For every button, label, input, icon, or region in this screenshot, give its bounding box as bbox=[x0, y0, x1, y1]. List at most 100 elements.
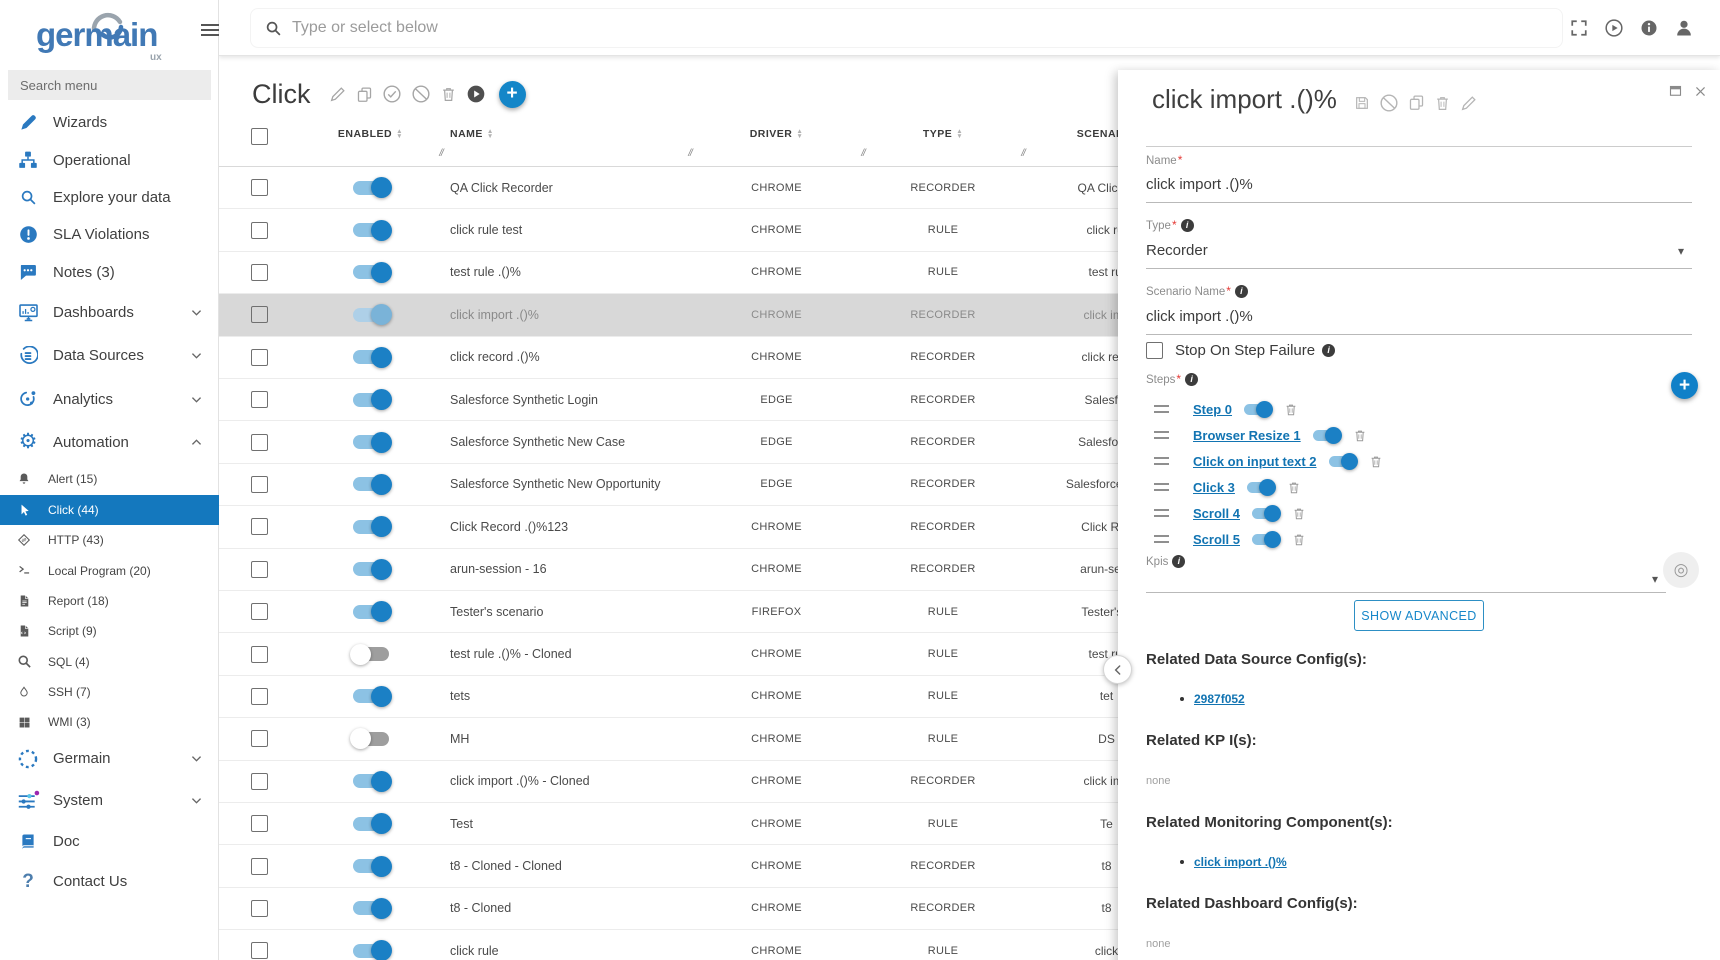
sidebar-item-local-program[interactable]: Local Program (20) bbox=[0, 555, 219, 585]
enabled-toggle[interactable] bbox=[353, 265, 389, 279]
trash-icon[interactable] bbox=[1292, 532, 1306, 547]
trash-icon[interactable] bbox=[1292, 506, 1306, 521]
sidebar-search-input[interactable] bbox=[8, 70, 211, 100]
column-header-name[interactable]: NAME▲▼ bbox=[441, 114, 690, 140]
table-row[interactable]: tetsCHROMERULEtet bbox=[219, 676, 1190, 718]
enabled-toggle[interactable] bbox=[353, 817, 389, 831]
scenario-name-field-value[interactable]: click import .()% bbox=[1146, 308, 1253, 325]
trash-icon[interactable] bbox=[1434, 94, 1451, 112]
row-checkbox[interactable] bbox=[251, 900, 268, 917]
sidebar-item-analytics[interactable]: Analytics bbox=[0, 378, 219, 421]
panel-collapse-button[interactable] bbox=[1103, 655, 1132, 684]
table-row[interactable]: Salesforce Synthetic New OpportunityEDGE… bbox=[219, 464, 1190, 506]
enabled-toggle[interactable] bbox=[353, 901, 389, 915]
enabled-toggle[interactable] bbox=[353, 689, 389, 703]
stop-on-step-failure-checkbox[interactable] bbox=[1146, 342, 1163, 359]
enabled-toggle[interactable] bbox=[353, 605, 389, 619]
table-row[interactable]: click record .()%CHROMERECORDERclick rec… bbox=[219, 337, 1190, 379]
edit-icon[interactable] bbox=[329, 85, 347, 103]
sidebar-item-contact-us[interactable]: ?Contact Us bbox=[0, 862, 219, 902]
step-link[interactable]: Click on input text 2 bbox=[1193, 454, 1317, 469]
row-checkbox[interactable] bbox=[251, 730, 268, 747]
table-row[interactable]: t8 - ClonedCHROMERECORDERt8 bbox=[219, 888, 1190, 930]
row-checkbox[interactable] bbox=[251, 518, 268, 535]
table-row[interactable]: click import .()% - ClonedCHROMERECORDER… bbox=[219, 761, 1190, 803]
show-advanced-button[interactable]: SHOW ADVANCED bbox=[1354, 600, 1484, 631]
edit-icon[interactable] bbox=[1460, 94, 1478, 112]
enabled-toggle[interactable] bbox=[353, 859, 389, 873]
row-checkbox[interactable] bbox=[251, 688, 268, 705]
row-checkbox[interactable] bbox=[251, 476, 268, 493]
column-resize-handle[interactable]: // bbox=[1021, 148, 1025, 159]
enabled-toggle[interactable] bbox=[353, 944, 389, 958]
drag-handle-icon[interactable] bbox=[1154, 405, 1169, 413]
table-row[interactable]: test rule .()% - ClonedCHROMERULEtest ru… bbox=[219, 633, 1190, 675]
kpi-visibility-icon[interactable]: ◎ bbox=[1663, 552, 1699, 588]
add-button[interactable]: + bbox=[499, 81, 526, 108]
row-checkbox[interactable] bbox=[251, 264, 268, 281]
step-link[interactable]: Scroll 4 bbox=[1193, 506, 1240, 521]
drag-handle-icon[interactable] bbox=[1154, 457, 1169, 465]
trash-icon[interactable] bbox=[1284, 402, 1298, 417]
enabled-toggle[interactable] bbox=[353, 520, 389, 534]
save-icon[interactable] bbox=[1354, 95, 1370, 111]
table-row[interactable]: Salesforce Synthetic LoginEDGERECORDERSa… bbox=[219, 379, 1190, 421]
enabled-toggle[interactable] bbox=[353, 181, 389, 195]
sidebar-item-sla-violations[interactable]: SLA Violations bbox=[0, 216, 219, 253]
column-resize-handle[interactable]: // bbox=[861, 148, 865, 159]
enabled-toggle[interactable] bbox=[353, 350, 389, 364]
table-row[interactable]: t8 - Cloned - ClonedCHROMERECORDERt8 bbox=[219, 845, 1190, 887]
drag-handle-icon[interactable] bbox=[1154, 483, 1169, 491]
column-resize-handle[interactable]: // bbox=[439, 148, 443, 159]
related-link[interactable]: click import .()% bbox=[1194, 855, 1287, 869]
step-toggle[interactable] bbox=[1329, 456, 1356, 467]
column-header-enabled[interactable]: ENABLED▲▼ bbox=[300, 114, 441, 140]
enabled-toggle[interactable] bbox=[353, 308, 389, 322]
step-link[interactable]: Browser Resize 1 bbox=[1193, 428, 1301, 443]
enabled-toggle[interactable] bbox=[353, 223, 389, 237]
sidebar-item-click[interactable]: Click (44) bbox=[0, 495, 219, 525]
table-row[interactable]: Tester's scenarioFIREFOXRULETester's s bbox=[219, 591, 1190, 633]
table-row[interactable]: arun-session - 16CHROMERECORDERarun-sess bbox=[219, 549, 1190, 591]
logo[interactable]: germain ux bbox=[0, 6, 219, 64]
close-icon[interactable] bbox=[1693, 84, 1708, 99]
row-checkbox[interactable] bbox=[251, 306, 268, 323]
sidebar-item-explore-your-data[interactable]: Explore your data bbox=[0, 179, 219, 216]
global-search-input[interactable] bbox=[292, 19, 1548, 37]
block-icon[interactable] bbox=[411, 84, 431, 104]
table-row[interactable]: TestCHROMERULETe bbox=[219, 803, 1190, 845]
sidebar-item-notes[interactable]: Notes (3) bbox=[0, 254, 219, 291]
sidebar-item-doc[interactable]: Doc bbox=[0, 822, 219, 862]
user-icon[interactable] bbox=[1674, 18, 1694, 38]
step-link[interactable]: Step 0 bbox=[1193, 402, 1232, 417]
drag-handle-icon[interactable] bbox=[1154, 431, 1169, 439]
row-checkbox[interactable] bbox=[251, 222, 268, 239]
sidebar-item-data-sources[interactable]: Data Sources bbox=[0, 334, 219, 377]
fullscreen-icon[interactable] bbox=[1570, 19, 1588, 37]
kpis-select-underline[interactable] bbox=[1146, 592, 1666, 593]
enabled-toggle[interactable] bbox=[353, 562, 389, 576]
step-link[interactable]: Scroll 5 bbox=[1193, 532, 1240, 547]
sidebar-item-report[interactable]: Report (18) bbox=[0, 586, 219, 616]
table-row[interactable]: Salesforce Synthetic New CaseEDGERECORDE… bbox=[219, 421, 1190, 463]
info-icon[interactable] bbox=[1640, 19, 1658, 37]
sidebar-item-dashboards[interactable]: Dashboards bbox=[0, 291, 219, 334]
enabled-toggle[interactable] bbox=[353, 435, 389, 449]
type-field-value[interactable]: Recorder bbox=[1146, 242, 1208, 259]
enabled-toggle[interactable] bbox=[353, 774, 389, 788]
row-checkbox[interactable] bbox=[251, 391, 268, 408]
select-all-checkbox[interactable] bbox=[251, 128, 268, 145]
table-row[interactable]: click ruleCHROMERULEclick bbox=[219, 930, 1190, 960]
add-step-button[interactable]: + bbox=[1671, 372, 1698, 399]
sidebar-item-sql[interactable]: SQL (4) bbox=[0, 646, 219, 676]
step-link[interactable]: Click 3 bbox=[1193, 480, 1235, 495]
row-checkbox[interactable] bbox=[251, 942, 268, 959]
table-row[interactable]: Click Record .()%123CHROMERECORDERClick … bbox=[219, 506, 1190, 548]
check-circle-icon[interactable] bbox=[382, 84, 402, 104]
table-row[interactable]: click import .()%CHROMERECORDERclick imp bbox=[219, 294, 1190, 336]
drag-handle-icon[interactable] bbox=[1154, 535, 1169, 543]
sidebar-item-script[interactable]: Script (9) bbox=[0, 616, 219, 646]
trash-icon[interactable] bbox=[440, 85, 457, 103]
trash-icon[interactable] bbox=[1369, 454, 1383, 469]
block-icon[interactable] bbox=[1379, 93, 1399, 113]
